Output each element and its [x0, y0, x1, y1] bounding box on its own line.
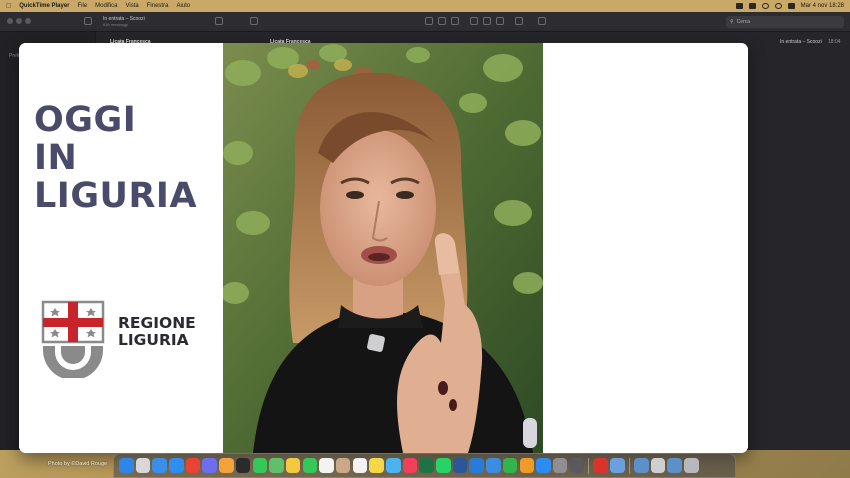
menu-status-area: Mar 4 nov 18:28	[735, 3, 844, 9]
mail-toolbar: In entrata – Scoozi 836 messaggi ⚲ Cerca	[0, 12, 850, 32]
document-icon[interactable]	[650, 458, 666, 473]
message-time: 18:04	[828, 39, 841, 45]
quicktime-video-window[interactable]: OGGI IN LIGURIA REGIONE LIGURIA	[19, 43, 748, 453]
forward-icon[interactable]	[451, 17, 459, 25]
compose-icon[interactable]	[250, 17, 258, 25]
freeform-icon[interactable]	[386, 458, 401, 473]
headline-line-1: OGGI	[34, 100, 137, 140]
trash-icon[interactable]	[684, 458, 699, 473]
headline-line-3: LIGURIA	[34, 176, 198, 216]
video-title-panel: OGGI IN LIGURIA REGIONE LIGURIA	[19, 43, 223, 453]
message-folder: In entrata – Scoozi	[780, 39, 822, 45]
mailbox-subtitle: 836 messaggi	[103, 22, 128, 27]
video-frame[interactable]	[223, 43, 543, 453]
finder-icon[interactable]	[119, 458, 134, 473]
flag-icon[interactable]	[538, 17, 546, 25]
regione-liguria-emblem-icon	[41, 300, 105, 378]
reply-all-icon[interactable]	[438, 17, 446, 25]
system-settings-icon[interactable]	[552, 458, 568, 473]
photos-icon[interactable]	[219, 458, 234, 473]
preview-icon[interactable]	[610, 458, 625, 473]
headline-line-2: IN	[34, 138, 78, 178]
reply-icon[interactable]	[425, 17, 433, 25]
dock	[113, 453, 736, 478]
menu-file[interactable]: File	[78, 3, 88, 9]
mail-search-field[interactable]: ⚲ Cerca	[726, 16, 844, 28]
wifi-icon[interactable]	[761, 3, 769, 9]
dock-separator	[628, 457, 630, 474]
region-name-line-1: REGIONE	[118, 314, 196, 332]
maps-icon[interactable]	[269, 458, 284, 473]
app-status-icon[interactable]	[735, 3, 743, 9]
pages-icon[interactable]	[519, 458, 534, 473]
search-icon[interactable]	[774, 3, 782, 9]
menu-view[interactable]: Vista	[126, 3, 139, 9]
mail-search-placeholder: Cerca	[736, 19, 751, 25]
wallpaper-photo-credit: Photo by ©David Rouge	[48, 461, 108, 467]
menu-window[interactable]: Finestra	[147, 3, 169, 9]
numbers-icon[interactable]	[502, 458, 518, 473]
facetime-icon[interactable]	[302, 458, 318, 473]
search-icon: ⚲	[730, 19, 734, 25]
region-name-wordmark: REGIONE LIGURIA	[118, 315, 196, 349]
whatsapp-icon[interactable]	[436, 458, 451, 473]
word-icon[interactable]	[452, 458, 468, 473]
control-center-icon[interactable]	[787, 3, 795, 9]
window-zoom-button[interactable]	[25, 18, 31, 24]
move-icon[interactable]	[515, 17, 523, 25]
sidebar-toggle-icon[interactable]	[84, 17, 92, 25]
safari-icon[interactable]	[169, 458, 184, 473]
mail-icon[interactable]	[152, 458, 167, 473]
trash-message-icon[interactable]	[483, 17, 491, 25]
terminal-icon[interactable]	[235, 458, 251, 473]
window-close-button[interactable]	[7, 18, 13, 24]
window-minimize-button[interactable]	[16, 18, 22, 24]
archive-icon[interactable]	[470, 17, 478, 25]
reminders-icon[interactable]	[352, 458, 368, 473]
app-store-icon[interactable]	[536, 458, 551, 473]
apple-menu-icon[interactable]: 	[6, 3, 11, 10]
menu-clock[interactable]: Mar 4 nov 18:28	[801, 3, 844, 9]
filter-icon[interactable]	[215, 17, 223, 25]
photos-app-icon[interactable]	[285, 458, 301, 473]
menu-edit[interactable]: Modifica	[95, 3, 117, 9]
siri-icon[interactable]	[202, 458, 217, 473]
speaker-video-image	[223, 43, 543, 453]
menu-app-name[interactable]: QuickTime Player	[19, 3, 69, 9]
notes-icon[interactable]	[369, 458, 384, 473]
junk-icon[interactable]	[496, 17, 504, 25]
battery-icon[interactable]	[748, 3, 756, 9]
calculator-icon[interactable]	[569, 458, 585, 473]
acrobat-icon[interactable]	[593, 458, 608, 473]
downloads-folder-icon[interactable]	[667, 458, 682, 473]
region-name-line-2: LIGURIA	[118, 331, 189, 349]
menu-help[interactable]: Aiuto	[176, 3, 190, 9]
excel-icon[interactable]	[419, 458, 434, 473]
dock-separator	[588, 457, 590, 474]
calendar-icon[interactable]	[319, 458, 334, 473]
launchpad-icon[interactable]	[135, 458, 151, 473]
menu-bar:  QuickTime Player File Modifica Vista F…	[0, 0, 850, 12]
keynote-icon[interactable]	[469, 458, 484, 473]
chrome-icon[interactable]	[185, 458, 201, 473]
video-right-panel	[543, 43, 748, 453]
quicktime-icon[interactable]	[486, 458, 501, 473]
video-headline: OGGI IN LIGURIA	[34, 101, 197, 215]
folder-icon[interactable]	[634, 458, 649, 473]
contacts-icon[interactable]	[335, 458, 351, 473]
music-icon[interactable]	[402, 458, 418, 473]
messages-icon[interactable]	[252, 458, 267, 473]
